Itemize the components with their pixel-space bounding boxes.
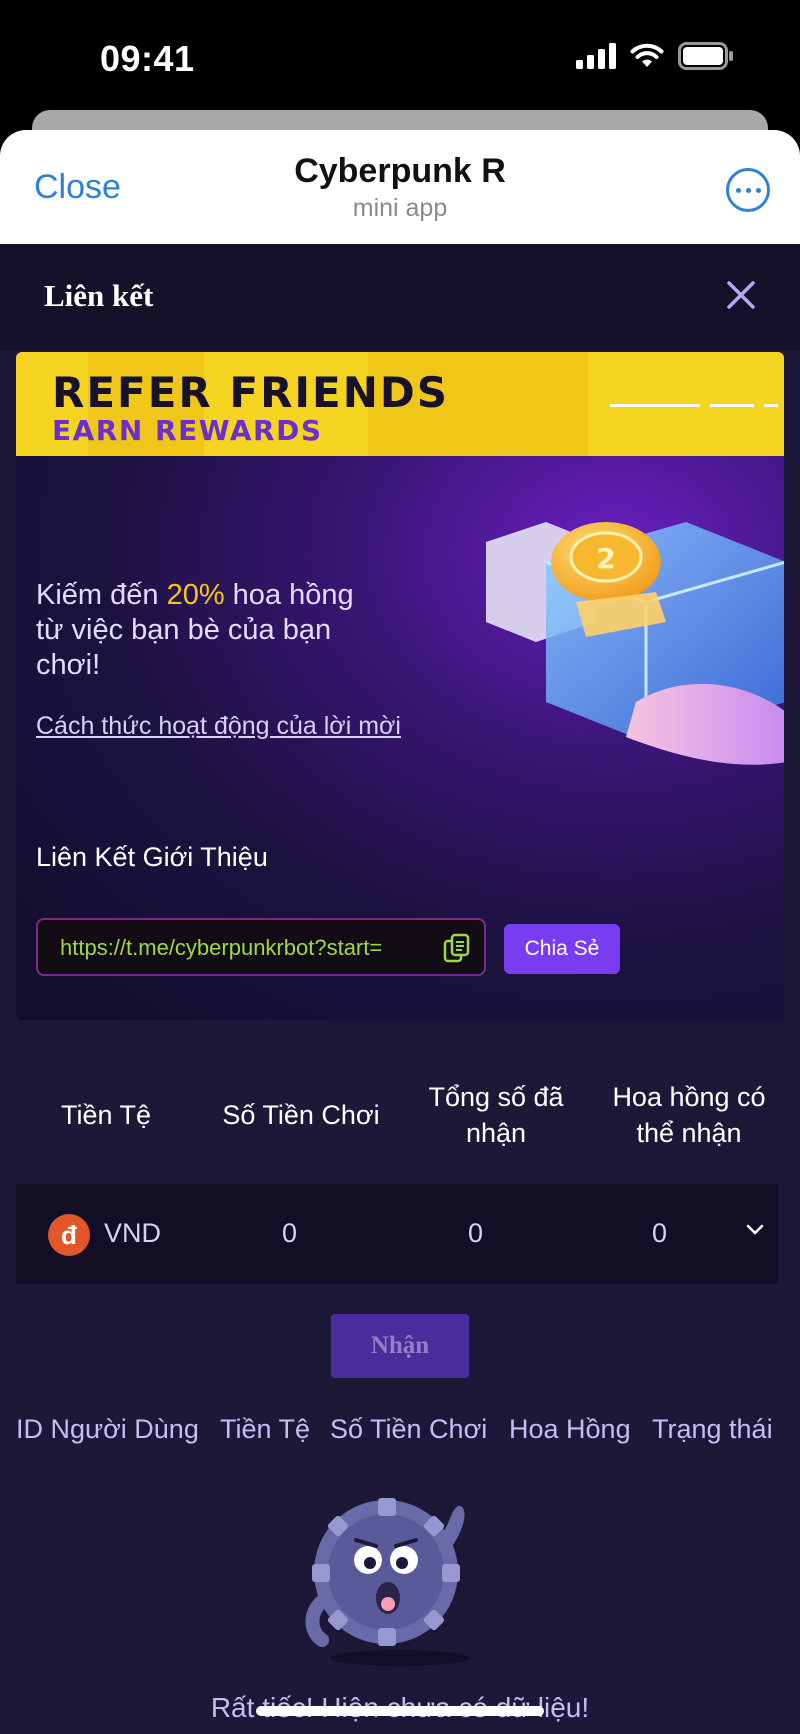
column-header: Số Tiền Chơi [222,1100,380,1130]
column-header: Hoa hồng có thể nhận [612,1082,766,1148]
claimable-commission-cell: 0 [652,1218,668,1248]
banner-subtitle: EARN REWARDS [52,414,323,447]
home-indicator[interactable] [256,1706,544,1716]
commission-highlight: 20% [166,579,225,611]
referral-link-field[interactable]: https://t.me/cyberpunkrbot?start= [36,918,486,976]
column-header: Tiền Tệ [60,1100,152,1130]
more-icon[interactable] [726,168,770,212]
app-subtitle: mini app [352,194,448,222]
played-amount-cell: 0 [282,1218,298,1248]
table-row[interactable]: đ VND 0 0 0 [16,1184,778,1284]
app-content: Liên kết REFER FRIENDS EARN REWARDS Kiếm… [0,244,800,1734]
column-header: Hoa Hồng [509,1414,631,1444]
claim-button[interactable]: Nhận [331,1314,469,1378]
column-header: Trạng thái [652,1414,773,1444]
chevron-down-icon[interactable] [746,1224,764,1236]
close-icon[interactable] [724,278,758,312]
how-it-works-link[interactable]: Cách thức hoạt động của lời mời [36,712,401,741]
refer-banner: REFER FRIENDS EARN REWARDS [16,352,784,456]
coin-box-illustration: 2 [486,522,784,765]
promo-text: Kiếm đến 20% hoa hồng từ việc bạn bè của… [36,579,354,681]
summary-table-header: Tiền Tệ Số Tiền Chơi Tổng số đã nhận Hoa… [16,1070,784,1160]
column-header: ID Người Dùng [16,1414,199,1444]
received-total-cell: 0 [468,1218,484,1248]
status-bar: 09:41 [0,0,800,110]
column-header: Tổng số đã nhận [428,1082,564,1148]
svg-text:2: 2 [596,542,615,575]
sad-chip-mascot [305,1498,470,1666]
share-button[interactable]: Chia Sẻ [504,924,620,974]
history-table-header: ID Người Dùng Tiền Tệ Số Tiền Chơi Hoa H… [0,1414,800,1454]
referral-link-value: https://t.me/cyberpunkrbot?start= [60,935,383,960]
signal-icon [576,43,616,69]
app-title: Cyberpunk R [294,152,506,190]
battery-icon [678,42,733,70]
modal-title: Liên kết [44,278,154,313]
vnd-currency-icon: đ [48,1214,90,1256]
column-header: Số Tiền Chơi [330,1414,488,1444]
status-time: 09:41 [100,38,195,79]
referral-card: REFER FRIENDS EARN REWARDS Kiếm đến 20% … [16,352,784,1020]
status-icons [576,42,734,70]
column-header: Tiền Tệ [220,1414,311,1444]
banner-title: REFER FRIENDS [52,368,449,417]
modal-header: Liên kết [0,244,800,350]
wifi-icon [630,43,664,67]
mini-app-header: Close Cyberpunk R mini app [0,130,800,244]
currency-cell: VND [104,1218,162,1248]
referral-link-label: Liên Kết Giới Thiệu [36,842,268,872]
copy-icon[interactable] [442,933,472,963]
